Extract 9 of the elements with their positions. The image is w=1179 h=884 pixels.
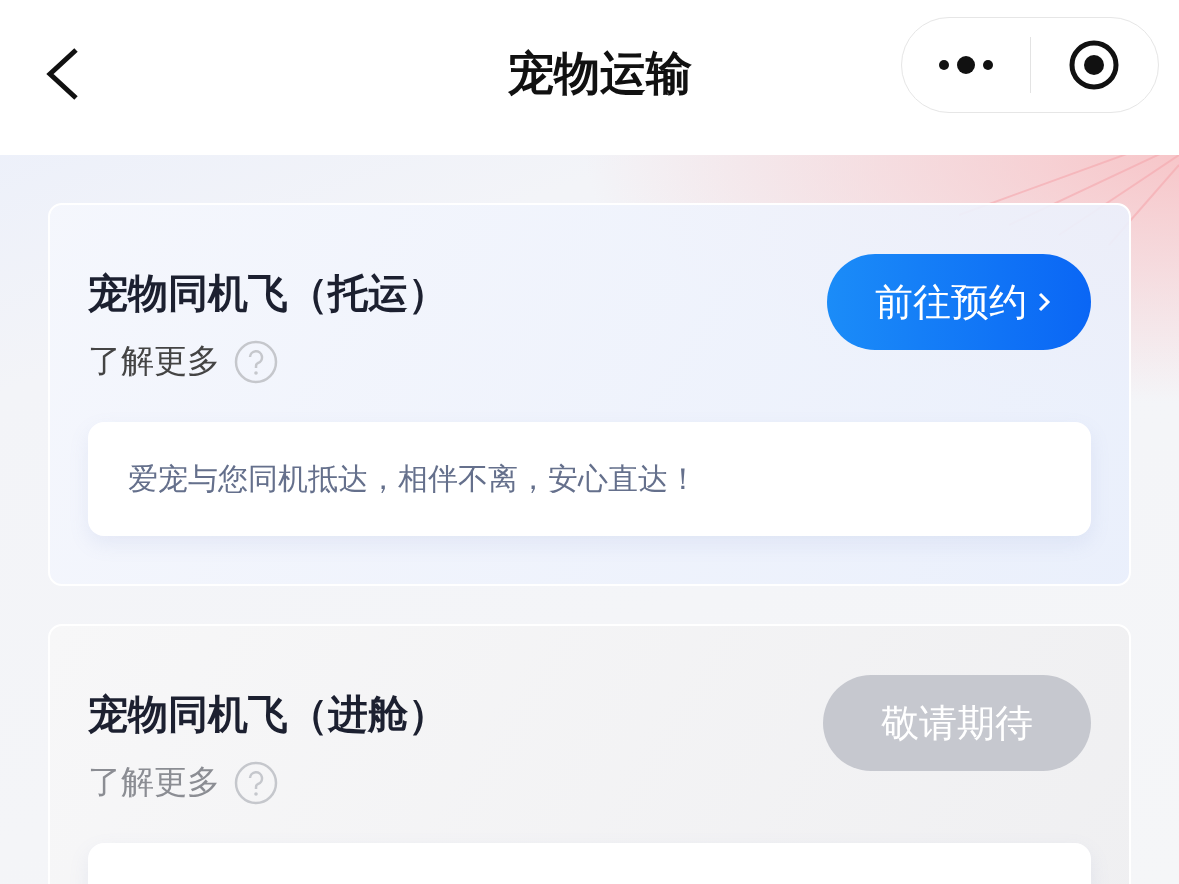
service-title: 宠物同机飞（进舱） [88, 690, 448, 739]
description-text: 爱宠与您同机抵达，相伴不离，安心直达！ [128, 459, 698, 498]
chevron-right-icon [1037, 290, 1051, 314]
learn-more-link[interactable]: 了解更多 [88, 339, 220, 384]
service-title: 宠物同机飞（托运） [88, 269, 448, 318]
page-title: 宠物运输 [507, 44, 692, 102]
book-button[interactable]: 前往预约 [827, 254, 1091, 350]
close-target-icon[interactable] [1068, 39, 1121, 91]
more-icon[interactable] [937, 55, 994, 75]
